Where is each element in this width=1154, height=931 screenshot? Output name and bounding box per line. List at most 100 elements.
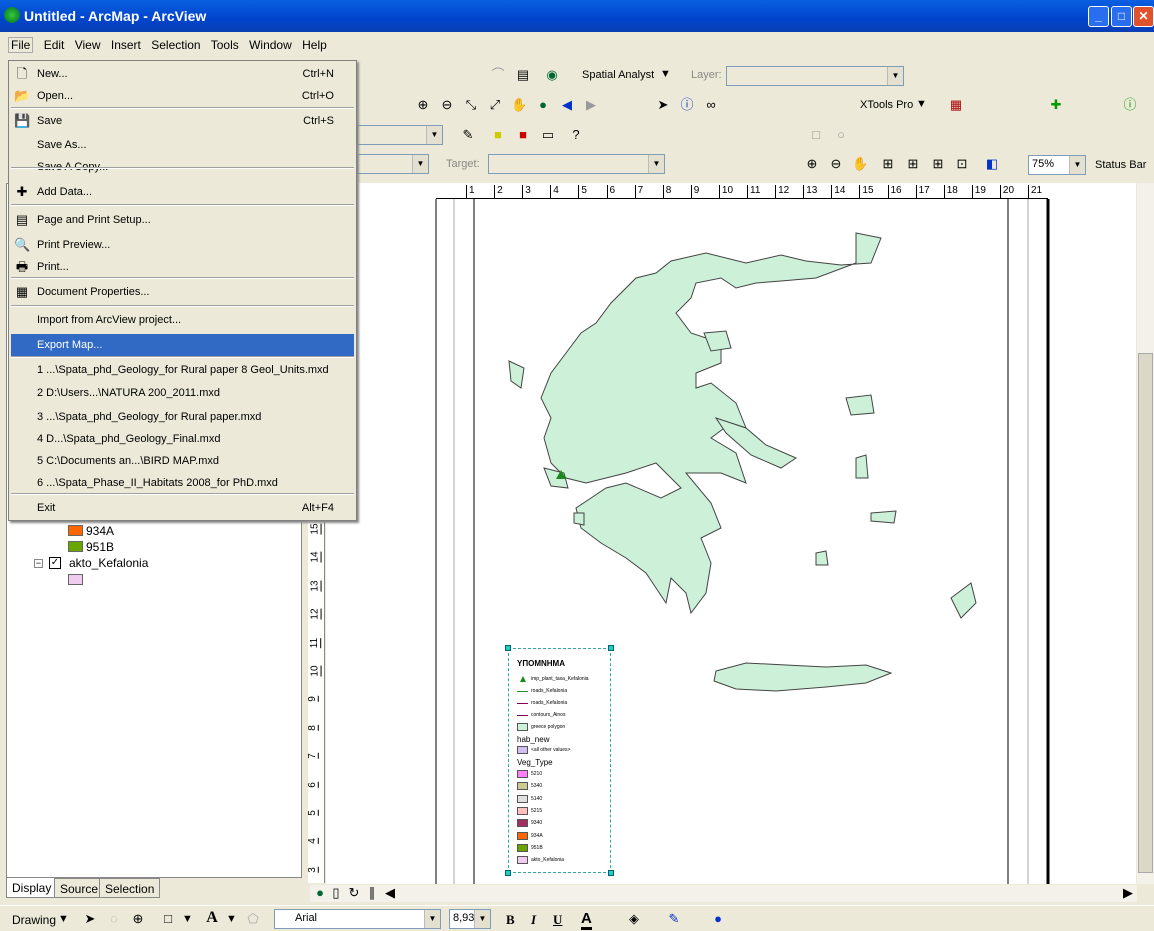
menu-insert[interactable]: Insert — [111, 38, 141, 52]
menu-selection[interactable]: Selection — [151, 38, 200, 52]
toc-layer-name[interactable]: akto_Kefalonia — [69, 556, 148, 570]
scroll-right-icon[interactable]: ▶ — [1120, 885, 1136, 901]
chevron-down-icon[interactable]: ▼ — [916, 98, 927, 110]
layer-dropdown[interactable]: ▼ — [726, 66, 904, 86]
resize-handle[interactable] — [505, 870, 511, 876]
fixed-zoom-out-icon[interactable]: ⤢ — [487, 97, 503, 113]
drawing-menu[interactable]: Drawing — [12, 913, 56, 927]
zoom-whole-page-icon[interactable]: ⊞ — [880, 156, 896, 172]
add-icon[interactable]: ✚ — [1048, 97, 1064, 113]
tab-selection[interactable]: Selection — [99, 878, 161, 898]
zoom-fixed-icon[interactable]: ⊞ — [905, 156, 921, 172]
close-button[interactable]: ✕ — [1133, 6, 1154, 27]
globe-icon[interactable]: ◉ — [544, 67, 560, 83]
scroll-thumb[interactable] — [1138, 353, 1153, 873]
zoom-100-icon[interactable]: ⊡ — [954, 156, 970, 172]
tab-source[interactable]: Source — [54, 878, 105, 898]
fixed-zoom-in-icon[interactable]: ⤡ — [463, 97, 479, 113]
select-elements-icon[interactable]: ➤ — [82, 911, 98, 927]
font-size-dropdown[interactable]: 8,93 ▼ — [449, 909, 491, 929]
arctoolbox-icon[interactable]: ■ — [515, 127, 531, 143]
resize-handle[interactable] — [608, 870, 614, 876]
minimize-button[interactable]: _ — [1088, 6, 1109, 27]
chevron-down-icon[interactable]: ▼ — [58, 913, 69, 925]
menu-item[interactable]: 🗋 New... Ctrl+N — [11, 63, 354, 85]
menu-item[interactable]: Exit Alt+F4 — [11, 497, 354, 519]
edit-vertices-icon[interactable]: ⬠ — [245, 911, 261, 927]
spatial-analyst-menu[interactable]: Spatial Analyst — [582, 69, 654, 81]
menu-item[interactable]: 5 C:\Documents an...\BIRD MAP.mxd — [11, 450, 354, 472]
menu-item[interactable]: 🖶 Print... — [11, 256, 354, 278]
back-arrow-icon[interactable]: ◀ — [559, 97, 575, 113]
zoom-in-icon[interactable]: ⊕ — [415, 97, 431, 113]
pause-icon[interactable]: ∥ — [364, 885, 380, 901]
editor-dropdown[interactable]: ▼ — [357, 125, 443, 145]
resize-handle[interactable] — [608, 645, 614, 651]
menu-item[interactable]: ▤ Page and Print Setup... — [11, 209, 354, 231]
menu-file[interactable]: File — [8, 37, 34, 53]
zoom-out-icon[interactable]: ⊖ — [439, 97, 455, 113]
menu-item[interactable]: ✚ Add Data... — [11, 181, 354, 203]
horizontal-scrollbar[interactable]: ● ▯ ↻ ∥ ◀ ▶ — [310, 885, 1137, 902]
rectangle-icon[interactable]: □ — [160, 911, 176, 927]
chevron-down-icon[interactable]: ▼ — [226, 913, 237, 925]
menu-item[interactable]: 🔍 Print Preview... — [11, 234, 354, 256]
layout-view[interactable]: 1 2 3 4 5 6 7 8 9 10 11 12 13 14 15 16 17 18 19 20 21 — [326, 183, 1136, 884]
font-dropdown[interactable]: Arial ▼ — [274, 909, 441, 929]
collapse-icon[interactable]: − — [34, 559, 43, 568]
text-tool-icon[interactable]: A — [204, 910, 220, 926]
menu-item[interactable]: Save As... — [11, 134, 354, 156]
status-bar-button[interactable]: Status Bar — [1095, 159, 1146, 171]
pan-icon[interactable]: ✋ — [511, 97, 527, 113]
menu-item[interactable]: Import from ArcView project... — [11, 309, 354, 331]
chevron-down-icon[interactable]: ▼ — [660, 68, 671, 80]
chevron-down-icon[interactable]: ▼ — [182, 913, 193, 925]
menu-item[interactable]: 💾 Save Ctrl+S — [11, 110, 354, 132]
tab-display[interactable]: Display — [6, 878, 58, 898]
database-icon[interactable]: ▤ — [515, 67, 531, 83]
font-color-button[interactable]: A — [581, 910, 592, 930]
menu-view[interactable]: View — [75, 38, 101, 52]
menu-window[interactable]: Window — [249, 38, 292, 52]
map-legend[interactable]: ΥΠΟΜΝΗΜΑ imp_plant_taxa_Kefalonia roads_K… — [505, 645, 614, 876]
menu-item[interactable]: 6 ...\Spata_Phase_II_Habitats 2008_for P… — [11, 472, 354, 494]
bold-button[interactable]: B — [506, 912, 515, 928]
select-arrow-icon[interactable]: ➤ — [655, 97, 671, 113]
data-view-icon[interactable]: ● — [312, 885, 328, 901]
menu-tools[interactable]: Tools — [211, 38, 239, 52]
menu-item[interactable]: 4 D...\Spata_phd_Geology_Final.mxd — [11, 428, 354, 450]
menu-edit[interactable]: Edit — [44, 38, 65, 52]
scroll-left-icon[interactable]: ◀ — [382, 885, 398, 901]
rotate-icon[interactable]: ◌ — [106, 911, 122, 927]
layout-view-icon[interactable]: ▯ — [328, 885, 344, 901]
arccatalog-icon[interactable]: ■ — [490, 127, 506, 143]
whats-this-icon[interactable]: ? — [568, 127, 584, 143]
layer-visibility-checkbox[interactable]: ✓ — [49, 557, 61, 569]
underline-button[interactable]: U — [553, 912, 562, 928]
circle-icon[interactable]: ○ — [833, 127, 849, 143]
zoom-to-selected-icon[interactable]: ⊕ — [130, 911, 146, 927]
line-color-icon[interactable]: ✎ — [666, 911, 682, 927]
sketch-tool-icon[interactable]: ✎ — [460, 127, 476, 143]
task-dropdown[interactable]: ▼ — [357, 154, 429, 174]
marker-color-icon[interactable]: ● — [710, 911, 726, 927]
full-extent-icon[interactable]: ● — [535, 97, 551, 113]
forward-arrow-icon[interactable]: ▶ — [583, 97, 599, 113]
menu-help[interactable]: Help — [302, 38, 327, 52]
graph-icon[interactable]: ⌒ — [490, 67, 506, 83]
menu-item[interactable]: 3 ...\Spata_phd_Geology_for Rural paper.… — [11, 406, 354, 428]
zoom-out-fixed-icon[interactable]: ⊞ — [930, 156, 946, 172]
target-dropdown[interactable]: ▼ — [488, 154, 665, 174]
italic-button[interactable]: I — [531, 912, 536, 928]
layout-pan-icon[interactable]: ✋ — [852, 156, 868, 172]
xtools-pro-menu[interactable]: XTools Pro — [860, 99, 913, 111]
identify-icon[interactable]: ⓘ — [679, 97, 695, 113]
maximize-button[interactable]: □ — [1111, 6, 1132, 27]
menu-item[interactable]: ▦ Document Properties... — [11, 281, 354, 303]
menu-item[interactable]: 1 ...\Spata_phd_Geology_for Rural paper … — [11, 359, 354, 381]
zoom-level-dropdown[interactable]: 75% ▼ — [1028, 155, 1086, 175]
menu-item[interactable]: 📂 Open... Ctrl+O — [11, 85, 354, 107]
menu-item[interactable]: 2 D:\Users...\NATURA 200_2011.mxd — [11, 382, 354, 404]
previous-extent-icon[interactable]: ◧ — [984, 156, 1000, 172]
layout-zoom-out-icon[interactable]: ⊖ — [828, 156, 844, 172]
